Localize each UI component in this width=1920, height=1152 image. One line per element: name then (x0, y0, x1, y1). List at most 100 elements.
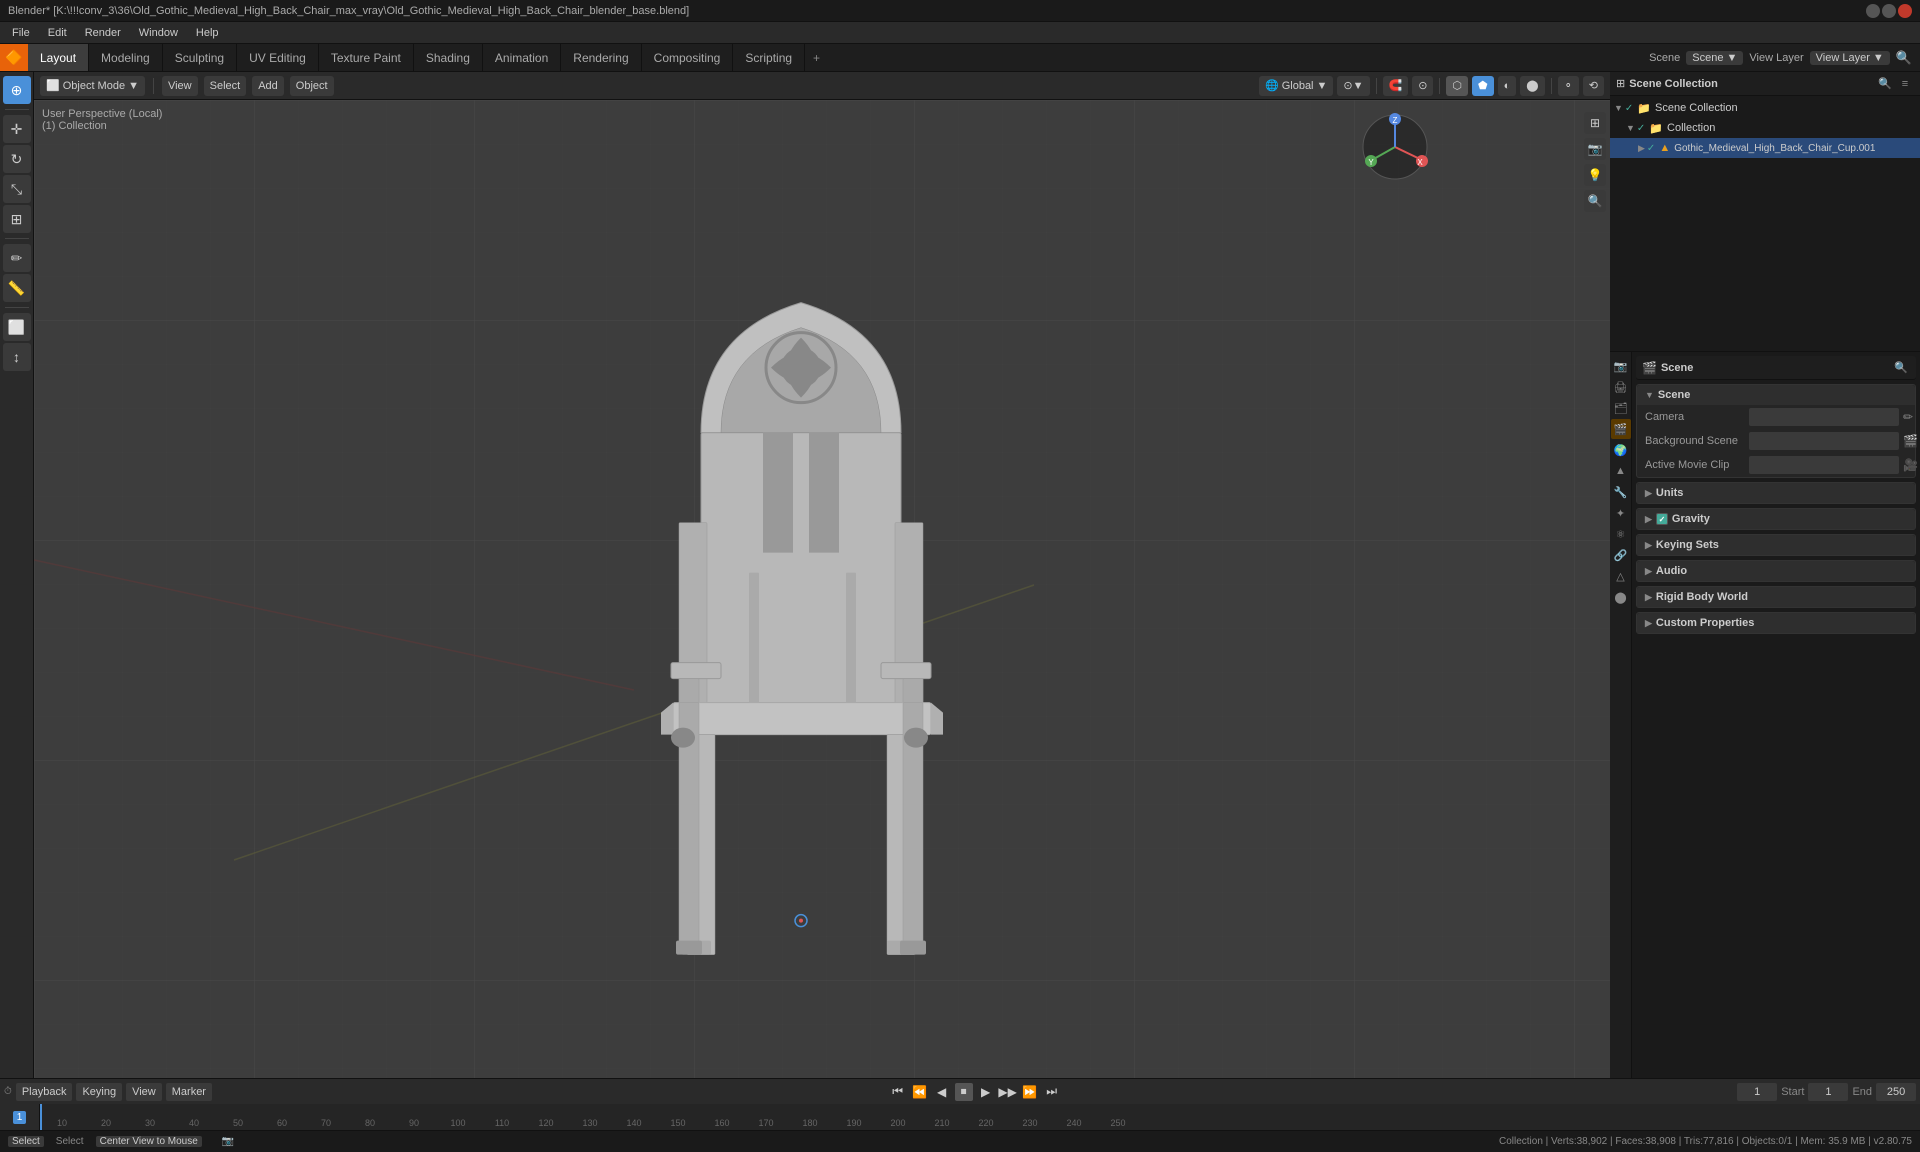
move-tool[interactable]: ✛ (3, 115, 31, 143)
camera-eyedropper-icon[interactable]: ✏ (1903, 410, 1913, 424)
marker-menu[interactable]: Marker (166, 1083, 212, 1101)
props-search-btn[interactable]: 🔍 (1892, 359, 1910, 377)
menu-file[interactable]: File (4, 25, 38, 41)
menu-edit[interactable]: Edit (40, 25, 75, 41)
viewport-camera-btn[interactable]: 📷 (1584, 138, 1606, 160)
current-frame-input[interactable]: 1 (1737, 1083, 1777, 1101)
tab-modeling[interactable]: Modeling (89, 44, 163, 71)
menu-window[interactable]: Window (131, 25, 186, 41)
object-menu[interactable]: Object (290, 76, 334, 96)
transform-tool[interactable]: ⊞ (3, 205, 31, 233)
render-props-btn[interactable]: 📷 (1611, 356, 1631, 376)
movie-clip-icon[interactable]: 🎥 (1903, 458, 1918, 472)
stop-btn[interactable]: ⏹ (955, 1083, 973, 1101)
scale-tool[interactable]: ⤡ (3, 175, 31, 203)
jump-end-btn[interactable]: ⏭ (1043, 1083, 1061, 1101)
viewport-grid-btn[interactable]: ⊞ (1584, 112, 1606, 134)
material-shading-btn[interactable]: ◐ (1498, 76, 1517, 96)
viewport-mode-dropdown[interactable]: ⬜ Object Mode ▼ (40, 76, 145, 96)
viewport-light-btn[interactable]: 💡 (1584, 164, 1606, 186)
viewport-snap-dropdown[interactable]: 🌐 Global ▼ (1259, 76, 1333, 96)
output-props-btn[interactable]: 🖨 (1611, 377, 1631, 397)
annotate-tool[interactable]: ✏ (3, 244, 31, 272)
next-frame-btn[interactable]: ▶▶ (999, 1083, 1017, 1101)
add-cube-tool[interactable]: ⬜ (3, 313, 31, 341)
pivot-dropdown[interactable]: ⊙▼ (1337, 76, 1369, 96)
playback-menu[interactable]: Playback (16, 1083, 73, 1101)
wireframe-shading-btn[interactable]: ⬡ (1446, 76, 1468, 96)
view-menu[interactable]: View (162, 76, 198, 96)
particles-props-btn[interactable]: ✦ (1611, 503, 1631, 523)
data-props-btn[interactable]: △ (1611, 566, 1631, 586)
tab-compositing[interactable]: Compositing (642, 44, 734, 71)
timeline-ruler[interactable]: 10 20 30 40 50 60 70 80 90 100 110 120 1… (40, 1104, 1920, 1130)
jump-start-btn[interactable]: ⏮ (889, 1083, 907, 1101)
extrude-tool[interactable]: ↕ (3, 343, 31, 371)
rigid-body-section-header[interactable]: ▶ Rigid Body World (1637, 587, 1915, 607)
outliner-item-collection[interactable]: ▼ ✓ 📁 Collection (1610, 118, 1920, 138)
material-props-btn[interactable]: ⬤ (1611, 587, 1631, 607)
solid-shading-btn[interactable]: ⬟ (1472, 76, 1494, 96)
next-keyframe-btn[interactable]: ⏩ (1021, 1083, 1039, 1101)
tab-animation[interactable]: Animation (483, 44, 561, 71)
measure-tool[interactable]: 📏 (3, 274, 31, 302)
gravity-checkbox[interactable]: ✓ (1656, 513, 1668, 525)
background-scene-input[interactable] (1749, 432, 1899, 450)
outliner-item-chair[interactable]: ▶ ✓ ▲ Gothic_Medieval_High_Back_Chair_Cu… (1610, 138, 1920, 158)
outliner-sort-btn[interactable]: ≡ (1896, 75, 1914, 93)
tab-texture-paint[interactable]: Texture Paint (319, 44, 414, 71)
scene-section-header[interactable]: ▼ Scene (1637, 385, 1915, 405)
modifier-props-btn[interactable]: 🔧 (1611, 482, 1631, 502)
outliner-item-scene-collection[interactable]: ▼ ✓ 📁 Scene Collection (1610, 98, 1920, 118)
tab-sculpting[interactable]: Sculpting (163, 44, 237, 71)
tab-scripting[interactable]: Scripting (733, 44, 805, 71)
world-props-btn[interactable]: 🌍 (1611, 440, 1631, 460)
outliner-filter-btn[interactable]: 🔍 (1876, 75, 1894, 93)
keying-sets-section-header[interactable]: ▶ Keying Sets (1637, 535, 1915, 555)
prev-frame-btn[interactable]: ◀ (933, 1083, 951, 1101)
play-btn[interactable]: ▶ (977, 1083, 995, 1101)
viewport-canvas[interactable]: User Perspective (Local) (1) Collection … (34, 100, 1610, 1078)
menu-help[interactable]: Help (188, 25, 227, 41)
end-frame-input[interactable]: 250 (1876, 1083, 1916, 1101)
rendered-shading-btn[interactable]: ⬤ (1520, 76, 1544, 96)
viewport-search-btn[interactable]: 🔍 (1584, 190, 1606, 212)
scene-props-btn[interactable]: 🎬 (1611, 419, 1631, 439)
background-scene-icon[interactable]: 🎬 (1903, 434, 1918, 448)
maximize-button[interactable] (1882, 4, 1896, 18)
snap-toggle[interactable]: 🧲 (1383, 76, 1409, 96)
menu-render[interactable]: Render (77, 25, 129, 41)
overlay-btn[interactable]: ⚬ (1558, 76, 1579, 96)
select-menu[interactable]: Select (204, 76, 247, 96)
object-props-btn[interactable]: ▲ (1611, 461, 1631, 481)
view-layer-dropdown[interactable]: View Layer ▼ (1810, 51, 1890, 65)
add-workspace-button[interactable]: + (805, 44, 828, 71)
proportional-edit[interactable]: ⊙ (1412, 76, 1433, 96)
gizmo-btn[interactable]: ⟲ (1583, 76, 1604, 96)
search-icon[interactable]: 🔍 (1896, 50, 1912, 66)
scene-dropdown[interactable]: Scene ▼ (1686, 51, 1743, 65)
tab-uv-editing[interactable]: UV Editing (237, 44, 319, 71)
add-menu[interactable]: Add (252, 76, 284, 96)
minimize-button[interactable] (1866, 4, 1880, 18)
camera-input[interactable] (1749, 408, 1899, 426)
rotate-tool[interactable]: ↻ (3, 145, 31, 173)
close-button[interactable] (1898, 4, 1912, 18)
start-frame-input[interactable]: 1 (1808, 1083, 1848, 1101)
physics-props-btn[interactable]: ⚛ (1611, 524, 1631, 544)
tab-rendering[interactable]: Rendering (561, 44, 641, 71)
units-section-header[interactable]: ▶ Units (1637, 483, 1915, 503)
custom-props-section-header[interactable]: ▶ Custom Properties (1637, 613, 1915, 633)
constraints-props-btn[interactable]: 🔗 (1611, 545, 1631, 565)
viewport-gizmo[interactable]: X Y Z (1360, 112, 1430, 182)
tab-layout[interactable]: Layout (28, 44, 89, 71)
prev-keyframe-btn[interactable]: ⏪ (911, 1083, 929, 1101)
audio-section-header[interactable]: ▶ Audio (1637, 561, 1915, 581)
tab-shading[interactable]: Shading (414, 44, 483, 71)
view-menu-timeline[interactable]: View (126, 1083, 162, 1101)
cursor-tool[interactable]: ⊕ (3, 76, 31, 104)
keying-menu[interactable]: Keying (76, 1083, 122, 1101)
view-layer-props-btn[interactable]: 🗂 (1611, 398, 1631, 418)
movie-clip-input[interactable] (1749, 456, 1899, 474)
gravity-section-header[interactable]: ▶ ✓ Gravity (1637, 509, 1915, 529)
